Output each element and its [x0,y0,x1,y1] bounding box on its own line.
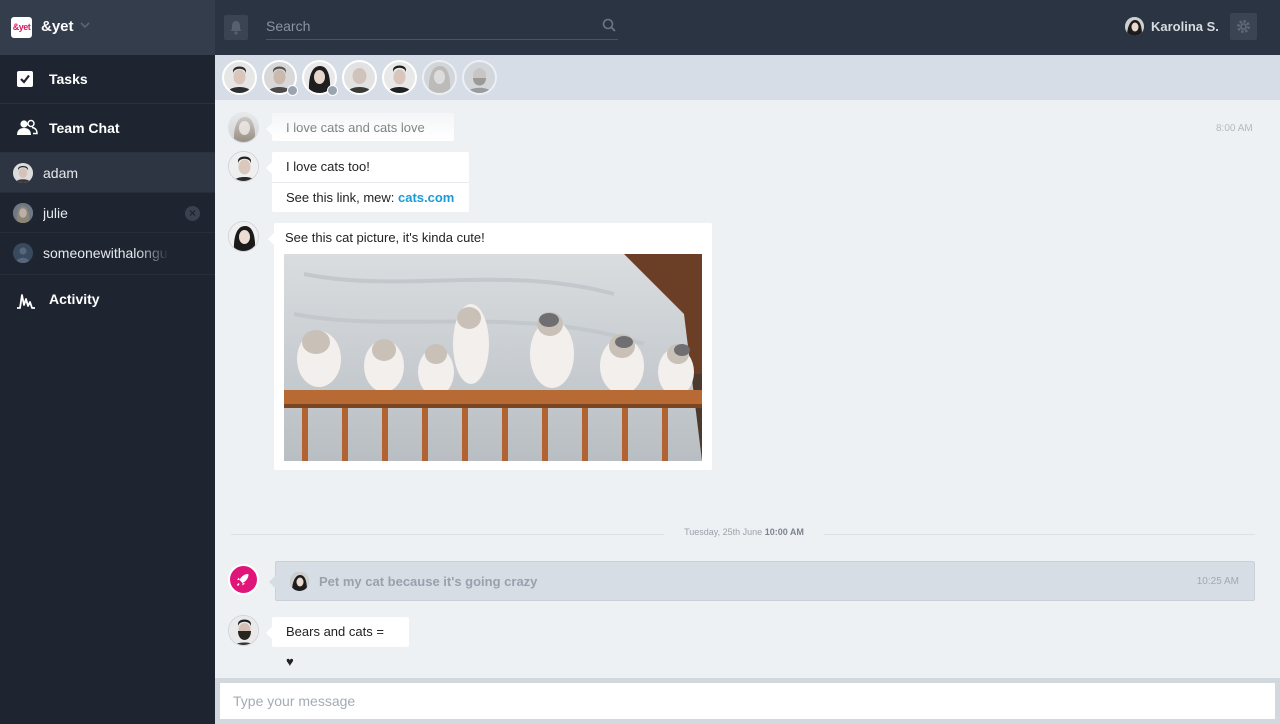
message-timestamp: 8:00 AM [1216,123,1253,134]
message-text: See this link, mew: cats.com [272,182,469,212]
gear-icon [1237,20,1250,33]
avatar[interactable] [228,615,259,646]
date-divider-label: Tuesday, 25th June 10:00 AM [664,527,824,537]
member-avatar[interactable] [342,60,377,95]
message-bubble: I love cats too! See this link, mew: cat… [266,152,469,212]
sidebar-item-label: Activity [49,291,100,307]
sidebar: Tasks Team Chat adam julie × someonewith… [0,55,215,724]
cat-photo-image[interactable] [284,254,702,461]
team-logo: &yet [11,17,32,38]
avatar[interactable] [228,112,259,143]
member-avatar[interactable] [302,60,338,96]
member-avatar[interactable] [262,60,298,96]
message-bubble: Bears and cats = ♥ [266,617,409,669]
message-list: I love cats and cats love me! 8:00 AM I … [215,100,1280,678]
message-text: See this cat picture, it's kinda cute! [285,230,485,245]
chevron-down-icon[interactable] [80,20,90,32]
message-text: I love cats and cats love me! [286,120,425,165]
chat-name: julie [43,205,68,221]
bell-icon [230,21,242,35]
message-bubble: I love cats and cats love me! [266,113,454,165]
search-input[interactable] [266,14,586,38]
avatar [13,163,33,183]
sidebar-chat-adam[interactable]: adam [0,153,215,193]
mobile-status-icon [287,85,298,96]
top-bar: &yet &yet Karolina S. [0,0,1280,55]
member-avatar[interactable] [382,60,417,95]
activity-text: Pet my cat because it's going crazy [319,574,538,589]
rocket-icon [236,574,249,586]
search-box [266,14,618,40]
sidebar-chat-julie[interactable]: julie × [0,193,215,233]
message-text: Bears and cats = ♥ [286,624,384,669]
sidebar-item-tasks[interactable]: Tasks [0,55,215,104]
sidebar-item-activity[interactable]: Activity [0,275,215,324]
checkbox-icon [17,71,33,87]
team-name: &yet [41,18,74,35]
avatar[interactable] [228,151,259,182]
mobile-status-icon [327,85,338,96]
message-text: I love cats too! [286,159,370,174]
sidebar-item-label: Tasks [49,71,88,87]
chat-name: adam [43,165,79,181]
member-avatar[interactable] [222,60,257,95]
sidebar-item-label: Team Chat [49,120,120,136]
member-avatar[interactable] [422,60,457,95]
settings-button[interactable] [1230,13,1257,40]
message-input[interactable] [220,683,1275,719]
activity-event-icon [228,564,259,595]
message-link[interactable]: cats.com [398,190,454,205]
activity-timestamp: 10:25 AM [1196,576,1239,587]
notifications-button[interactable] [224,15,248,40]
avatar[interactable] [1125,17,1144,36]
avatar [13,243,33,263]
sidebar-item-team-chat[interactable]: Team Chat [0,104,215,153]
search-icon[interactable] [602,18,616,32]
team-switcher[interactable]: &yet &yet [0,0,215,55]
chat-name: someonewithalongusername [43,245,169,261]
sidebar-chat-long-username[interactable]: someonewithalongusername [0,233,215,275]
activity-icon [17,294,35,309]
avatar[interactable] [228,221,259,252]
close-icon[interactable]: × [185,206,200,221]
current-user-name[interactable]: Karolina S. [1151,19,1219,34]
avatar [13,203,33,223]
message-composer [215,678,1280,724]
member-strip [215,55,1280,100]
member-avatar[interactable] [462,60,497,95]
avatar [290,572,309,591]
activity-event[interactable]: Pet my cat because it's going crazy 10:2… [269,561,1255,601]
users-icon [17,119,38,135]
